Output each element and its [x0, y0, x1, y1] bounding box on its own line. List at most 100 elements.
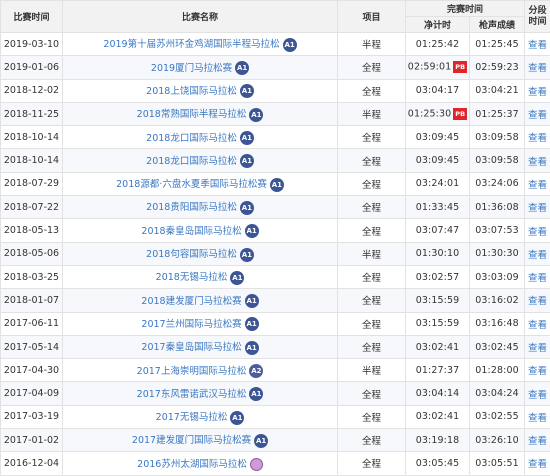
race-event: 全程	[338, 429, 406, 452]
gun-time: 03:24:06	[470, 172, 525, 195]
table-row: 2017-05-142017秦皇岛国际马拉松A1全程03:02:4103:02:…	[1, 335, 550, 358]
view-splits-link[interactable]: 查看	[525, 429, 550, 452]
net-time: 03:15:59	[416, 295, 459, 306]
race-name-link[interactable]: 2018建发厦门马拉松赛	[141, 296, 241, 307]
race-name-link[interactable]: 2017建发厦门国际马拉松赛	[132, 435, 251, 446]
race-name-link[interactable]: 2019厦门马拉松赛	[151, 63, 232, 74]
net-time-cell: 03:05:45	[406, 452, 470, 475]
race-name-link[interactable]: 2018常熟国际半程马拉松	[137, 109, 247, 120]
net-time: 01:33:45	[416, 202, 459, 213]
header-net-time: 净计时	[406, 17, 470, 33]
race-event: 全程	[338, 56, 406, 79]
view-splits-link[interactable]: 查看	[525, 56, 550, 79]
net-time: 02:59:01	[408, 62, 451, 73]
table-row: 2017-04-302017上海崇明国际马拉松A2半程01:27:3701:28…	[1, 359, 550, 382]
net-time: 03:09:45	[416, 132, 459, 143]
table-row: 2018-01-072018建发厦门马拉松赛A1全程03:15:5903:16:…	[1, 289, 550, 312]
view-splits-link[interactable]: 查看	[525, 382, 550, 405]
net-time: 03:09:45	[416, 155, 459, 166]
gun-time: 03:04:24	[470, 382, 525, 405]
net-time: 01:30:10	[416, 248, 459, 259]
view-splits-link[interactable]: 查看	[525, 196, 550, 219]
race-event: 全程	[338, 172, 406, 195]
table-row: 2017-04-092017东风雷诺武汉马拉松A1全程03:04:1403:04…	[1, 382, 550, 405]
race-grade-badge: A1	[245, 317, 259, 331]
net-time-cell: 03:04:17	[406, 79, 470, 102]
race-date: 2018-03-25	[1, 265, 63, 288]
race-name-link[interactable]: 2017兰州国际马拉松赛	[141, 319, 241, 330]
net-time-cell: 03:02:57	[406, 265, 470, 288]
view-splits-link[interactable]: 查看	[525, 126, 550, 149]
view-splits-link[interactable]: 查看	[525, 79, 550, 102]
race-grade-icon	[250, 458, 263, 471]
race-event: 全程	[338, 405, 406, 428]
race-cell: 2016苏州太湖国际马拉松	[63, 452, 338, 475]
race-cell: 2018建发厦门马拉松赛A1	[63, 289, 338, 312]
race-name-link[interactable]: 2017无锡马拉松	[156, 412, 228, 423]
race-name-link[interactable]: 2018秦皇岛国际马拉松	[141, 226, 241, 237]
table-row: 2018-10-142018龙口国际马拉松A1全程03:09:4503:09:5…	[1, 149, 550, 172]
race-name-link[interactable]: 2018源都·六盘水夏季国际马拉松赛	[116, 179, 267, 190]
race-name-link[interactable]: 2016苏州太湖国际马拉松	[137, 459, 247, 470]
net-time-cell: 03:04:14	[406, 382, 470, 405]
race-event: 半程	[338, 359, 406, 382]
gun-time: 03:26:10	[470, 429, 525, 452]
race-cell: 2018贵阳国际马拉松A1	[63, 196, 338, 219]
view-splits-link[interactable]: 查看	[525, 289, 550, 312]
race-event: 全程	[338, 312, 406, 335]
race-name-link[interactable]: 2018句容国际马拉松	[146, 249, 237, 260]
gun-time: 03:02:45	[470, 335, 525, 358]
race-cell: 2017上海崇明国际马拉松A2	[63, 359, 338, 382]
race-grade-badge: A1	[235, 61, 249, 75]
view-splits-link[interactable]: 查看	[525, 312, 550, 335]
gun-time: 03:02:55	[470, 405, 525, 428]
race-date: 2019-03-10	[1, 33, 63, 56]
table-row: 2018-10-142018龙口国际马拉松A1全程03:09:4503:09:5…	[1, 126, 550, 149]
view-splits-link[interactable]: 查看	[525, 265, 550, 288]
gun-time: 01:30:30	[470, 242, 525, 265]
header-finish-group: 完赛时间	[406, 1, 525, 17]
race-name-link[interactable]: 2018龙口国际马拉松	[146, 156, 237, 167]
net-time-cell: 03:24:01	[406, 172, 470, 195]
race-event: 全程	[338, 289, 406, 312]
race-cell: 2018龙口国际马拉松A1	[63, 126, 338, 149]
race-date: 2017-06-11	[1, 312, 63, 335]
view-splits-link[interactable]: 查看	[525, 452, 550, 475]
table-row: 2019-03-102019第十届苏州环金鸡湖国际半程马拉松A1半程01:25:…	[1, 33, 550, 56]
view-splits-link[interactable]: 查看	[525, 405, 550, 428]
race-name-link[interactable]: 2017上海崇明国际马拉松	[137, 366, 247, 377]
view-splits-link[interactable]: 查看	[525, 172, 550, 195]
race-date: 2018-11-25	[1, 102, 63, 125]
header-gun-time: 枪声成绩	[470, 17, 525, 33]
race-cell: 2018秦皇岛国际马拉松A1	[63, 219, 338, 242]
view-splits-link[interactable]: 查看	[525, 335, 550, 358]
race-name-link[interactable]: 2018贵阳国际马拉松	[146, 202, 237, 213]
table-row: 2017-01-022017建发厦门国际马拉松赛A1全程03:19:1803:2…	[1, 429, 550, 452]
view-splits-link[interactable]: 查看	[525, 359, 550, 382]
gun-time: 03:04:21	[470, 79, 525, 102]
net-time-cell: 01:25:42	[406, 33, 470, 56]
pb-badge: PB	[453, 108, 467, 120]
race-name-link[interactable]: 2018上饶国际马拉松	[146, 86, 237, 97]
gun-time: 03:05:51	[470, 452, 525, 475]
race-name-link[interactable]: 2017秦皇岛国际马拉松	[141, 342, 241, 353]
view-splits-link[interactable]: 查看	[525, 33, 550, 56]
race-grade-badge: A1	[240, 154, 254, 168]
race-name-link[interactable]: 2017东风雷诺武汉马拉松	[137, 389, 247, 400]
race-event: 全程	[338, 149, 406, 172]
view-splits-link[interactable]: 查看	[525, 242, 550, 265]
race-name-link[interactable]: 2018龙口国际马拉松	[146, 133, 237, 144]
view-splits-link[interactable]: 查看	[525, 219, 550, 242]
race-name-link[interactable]: 2018无锡马拉松	[156, 272, 228, 283]
results-body: 2019-03-10 2019第十届苏州环金鸡湖国际半程马拉松 A1 半程 01:25:…	[1, 33, 550, 476]
view-splits-link[interactable]: 查看	[525, 149, 550, 172]
net-time-cell: 01:33:45	[406, 196, 470, 219]
race-name-link[interactable]: 2019第十届苏州环金鸡湖国际半程马拉松	[103, 39, 279, 50]
header-race: 比赛名称	[63, 1, 338, 33]
race-grade-badge: A2	[249, 364, 263, 378]
race-cell: 2017建发厦门国际马拉松赛A1	[63, 429, 338, 452]
race-date: 2017-05-14	[1, 335, 63, 358]
view-splits-link[interactable]: 查看	[525, 102, 550, 125]
race-grade-badge: A1	[249, 108, 263, 122]
race-cell: 2018龙口国际马拉松A1	[63, 149, 338, 172]
